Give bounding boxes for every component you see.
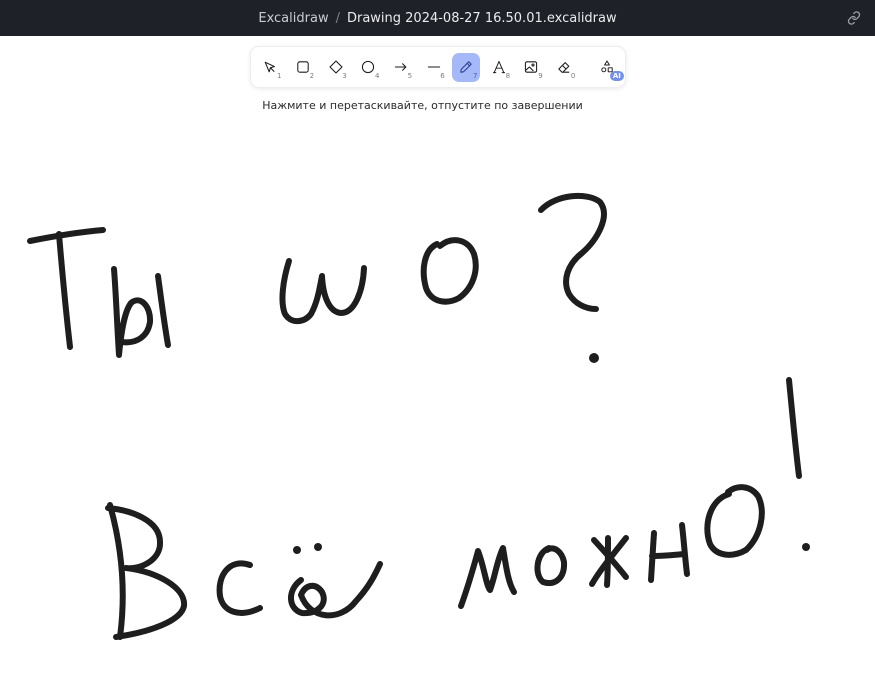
freedraw-stroke[interactable]: [649, 551, 687, 559]
freedraw-stroke[interactable]: [534, 545, 568, 586]
drawing-canvas[interactable]: [0, 36, 875, 689]
freedraw-dot[interactable]: [802, 543, 810, 551]
breadcrumb-app-name[interactable]: Excalidraw: [258, 11, 328, 26]
freedraw-stroke[interactable]: [704, 484, 765, 558]
breadcrumb-separator: /: [335, 10, 340, 26]
freedraw-dot[interactable]: [589, 353, 599, 363]
freedraw-stroke[interactable]: [786, 377, 802, 479]
freedraw-stroke[interactable]: [538, 192, 607, 312]
freedraw-dot[interactable]: [314, 543, 322, 551]
freedraw-stroke[interactable]: [420, 237, 479, 305]
freedraw-stroke[interactable]: [155, 273, 171, 348]
freedraw-stroke[interactable]: [27, 227, 106, 244]
freedraw-stroke[interactable]: [288, 561, 383, 619]
freedraw-stroke[interactable]: [279, 258, 367, 325]
freedraw-stroke[interactable]: [107, 502, 126, 640]
breadcrumb: Excalidraw / Drawing 2024-08-27 16.50.01…: [258, 11, 616, 26]
freedraw-stroke[interactable]: [216, 560, 263, 616]
freedraw-stroke[interactable]: [111, 266, 154, 358]
freedraw-stroke[interactable]: [56, 231, 73, 350]
freedraw-dot[interactable]: [293, 546, 301, 554]
freedraw-stroke[interactable]: [679, 522, 690, 577]
link-icon[interactable]: [845, 9, 863, 27]
breadcrumb-file-name[interactable]: Drawing 2024-08-27 16.50.01.excalidraw: [347, 11, 617, 26]
title-bar: Excalidraw / Drawing 2024-08-27 16.50.01…: [0, 0, 875, 36]
freedraw-stroke[interactable]: [458, 545, 517, 609]
